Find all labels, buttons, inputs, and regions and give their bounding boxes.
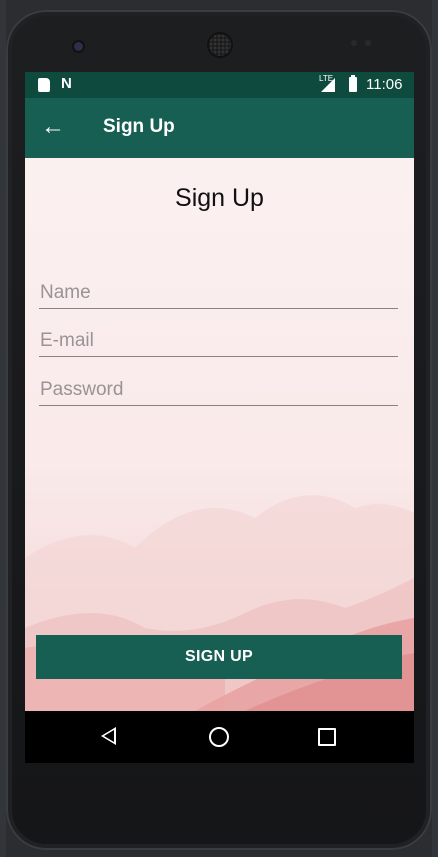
nav-back-icon[interactable]: [101, 727, 116, 745]
password-field: [39, 375, 400, 406]
name-field: [39, 278, 400, 309]
proximity-sensor: [351, 40, 357, 46]
arrow-back-icon[interactable]: ←: [41, 112, 65, 142]
nav-home-icon[interactable]: [209, 727, 229, 747]
n-notification-icon: N: [61, 75, 72, 92]
sign-up-button[interactable]: SIGN UP: [36, 635, 402, 679]
app-bar: ← Sign Up: [25, 98, 414, 158]
page-title: Sign Up: [175, 184, 264, 212]
nav-recents-icon[interactable]: [318, 728, 336, 746]
earpiece-speaker: [209, 34, 231, 56]
device-screen: N LTE 11:06 ← Sign Up Sign Up SIGN UP: [25, 72, 414, 763]
signup-form: Sign Up SIGN UP: [25, 158, 414, 711]
name-input[interactable]: [39, 278, 400, 308]
sd-card-icon: [38, 78, 50, 92]
light-sensor: [365, 40, 371, 46]
status-time: 11:06: [366, 76, 403, 93]
app-bar-title: Sign Up: [103, 116, 175, 137]
mountain-background: [25, 495, 414, 711]
email-input[interactable]: [39, 326, 400, 356]
battery-charging-icon: [349, 75, 357, 92]
front-camera: [74, 42, 83, 51]
system-nav-bar: [25, 711, 414, 763]
signal-icon: [321, 78, 335, 92]
password-input[interactable]: [39, 375, 400, 405]
email-field: [39, 326, 400, 357]
status-bar: N LTE 11:06: [25, 72, 414, 98]
ide-panel-right: [432, 0, 438, 857]
